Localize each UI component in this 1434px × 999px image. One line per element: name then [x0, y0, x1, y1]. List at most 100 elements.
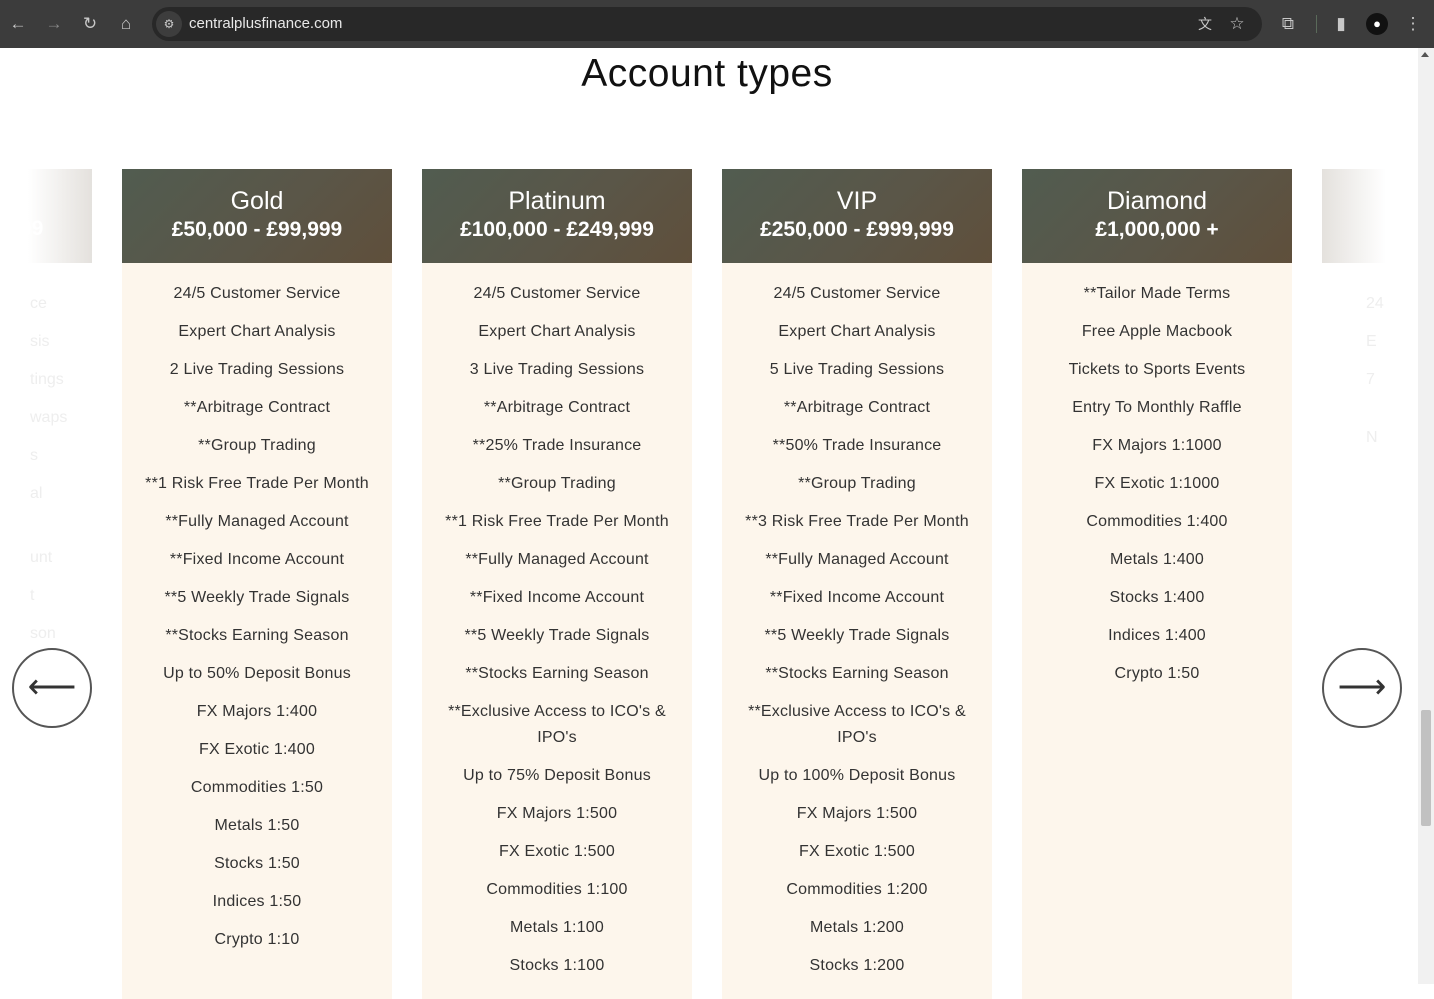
feature-item: Stocks 1:100	[509, 957, 605, 974]
translate-icon[interactable]: 文	[1193, 12, 1217, 36]
feature-item: Indices 1:50	[212, 893, 302, 910]
feature-item: 3 Live Trading Sessions	[469, 361, 645, 378]
feature-item: Commodities 1:50	[190, 779, 324, 796]
feature-item: FX Exotic 1:1000	[1094, 475, 1220, 492]
page-title: Account types	[581, 52, 833, 95]
scroll-up-icon[interactable]	[1421, 52, 1429, 57]
feature-item: **3 Risk Free Trade Per Month	[745, 513, 969, 530]
feature-list: 24/5 Customer Service Expert Chart Analys…	[122, 263, 392, 953]
url-text[interactable]: centralplusfinance.com	[189, 15, 342, 32]
ghost-feature: son	[30, 625, 56, 642]
home-icon[interactable]: ⌂	[114, 12, 138, 36]
side-panel-icon[interactable]: ▮	[1329, 12, 1353, 36]
feature-item: Entry To Monthly Raffle	[1072, 399, 1242, 416]
account-price-range: £100,000 - £249,999	[460, 218, 654, 241]
ghost-feature: unt	[30, 549, 53, 566]
account-card-gold: Gold £50,000 - £99,999 24/5 Customer Servi…	[122, 169, 392, 999]
card-header: VIP £250,000 - £999,999	[722, 169, 992, 263]
feature-item: 24/5 Customer Service	[773, 285, 941, 302]
feature-item: **1 Risk Free Trade Per Month	[145, 475, 369, 492]
carousel-prev-button[interactable]: ⟵	[12, 648, 92, 728]
feature-item: Stocks 1:200	[809, 957, 905, 974]
feature-item: Commodities 1:200	[786, 881, 928, 898]
feature-item: FX Exotic 1:400	[199, 741, 315, 758]
account-name: Diamond	[1106, 187, 1208, 215]
ghost-feature: 24	[1366, 295, 1384, 312]
ghost-feature: N	[1366, 429, 1378, 446]
feature-item: FX Exotic 1:500	[799, 843, 915, 860]
account-card-platinum: Platinum £100,000 - £249,999 24/5 Customer…	[422, 169, 692, 999]
ghost-feature: sis	[30, 333, 50, 350]
previous-card-partial: 99cesistingswapssalunttsonnus	[28, 169, 92, 999]
feature-item: FX Majors 1:500	[496, 805, 618, 822]
ghost-feature: 7	[1366, 371, 1375, 388]
feature-list: **Tailor Made Terms Free Apple Macbook Tic…	[1022, 263, 1292, 687]
feature-item: Metals 1:200	[809, 919, 904, 936]
feature-list: 24/5 Customer Service Expert Chart Analys…	[722, 263, 992, 979]
account-card-vip: VIP £250,000 - £999,999 24/5 Customer Serv…	[722, 169, 992, 999]
carousel-next-button[interactable]: ⟶	[1322, 648, 1402, 728]
feature-item: **25% Trade Insurance	[472, 437, 642, 454]
account-name: Platinum	[508, 187, 606, 215]
menu-icon[interactable]: ⋮	[1401, 12, 1425, 36]
feature-item: **Arbitrage Contract	[183, 399, 331, 416]
feature-item: **1 Risk Free Trade Per Month	[445, 513, 669, 530]
feature-item: Free Apple Macbook	[1081, 323, 1233, 340]
profile-icon[interactable]: ●	[1366, 13, 1388, 35]
account-card-diamond: Diamond £1,000,000 + **Tailor Made Terms Fr…	[1022, 169, 1292, 999]
account-price-range: £1,000,000 +	[1095, 218, 1219, 241]
back-icon[interactable]: ←	[6, 12, 30, 36]
feature-item: Expert Chart Analysis	[478, 323, 636, 340]
address-bar[interactable]: ⚙ centralplusfinance.com	[152, 7, 1262, 41]
feature-item: **Group Trading	[798, 475, 916, 492]
account-price-range: £50,000 - £99,999	[171, 218, 343, 241]
feature-item: **5 Weekly Trade Signals	[164, 589, 350, 606]
card-header: Diamond £1,000,000 +	[1022, 169, 1292, 263]
feature-item: **Fully Managed Account	[465, 551, 649, 568]
ghost-feature: al	[30, 485, 43, 502]
feature-item: Metals 1:50	[214, 817, 300, 834]
feature-item: **Group Trading	[498, 475, 616, 492]
ghost-feature: tings	[30, 371, 64, 388]
feature-item: Expert Chart Analysis	[778, 323, 936, 340]
extensions-icon[interactable]: ⧉	[1276, 12, 1300, 36]
feature-item: **Exclusive Access to ICO's & IPO's	[448, 703, 666, 746]
feature-item: **Group Trading	[198, 437, 316, 454]
scrollbar[interactable]	[1418, 48, 1434, 984]
feature-item: Stocks 1:50	[214, 855, 300, 872]
feature-item: Metals 1:100	[509, 919, 604, 936]
feature-item: Up to 50% Deposit Bonus	[163, 665, 351, 682]
feature-item: Stocks 1:400	[1109, 589, 1205, 606]
feature-item: **Arbitrage Contract	[783, 399, 931, 416]
feature-item: **Stocks Earning Season	[765, 665, 949, 682]
card-header: Platinum £100,000 - £249,999	[422, 169, 692, 263]
arrow-left-icon: ⟵	[27, 668, 77, 706]
feature-item: 24/5 Customer Service	[173, 285, 341, 302]
feature-item: Up to 75% Deposit Bonus	[463, 767, 651, 784]
feature-item: Crypto 1:10	[214, 931, 300, 948]
reload-icon[interactable]: ↻	[78, 12, 102, 36]
ghost-feature: E	[1366, 333, 1377, 350]
feature-item: Indices 1:400	[1108, 627, 1206, 644]
arrow-right-icon: ⟶	[1337, 668, 1387, 706]
feature-item: **Exclusive Access to ICO's & IPO's	[748, 703, 966, 746]
feature-item: FX Exotic 1:500	[499, 843, 615, 860]
forward-icon[interactable]: →	[42, 12, 66, 36]
feature-item: Commodities 1:400	[1086, 513, 1228, 530]
feature-item: 5 Live Trading Sessions	[769, 361, 945, 378]
site-settings-icon[interactable]: ⚙	[156, 11, 182, 37]
account-price-range: £250,000 - £999,999	[760, 218, 954, 241]
scrollbar-thumb[interactable]	[1421, 710, 1431, 826]
card-header: Gold £50,000 - £99,999	[122, 169, 392, 263]
feature-item: **Arbitrage Contract	[483, 399, 631, 416]
star-icon[interactable]: ☆	[1225, 12, 1249, 36]
ghost-price: 99	[28, 217, 44, 240]
feature-item: **Fixed Income Account	[769, 589, 945, 606]
feature-item: FX Majors 1:400	[196, 703, 318, 720]
feature-item: **5 Weekly Trade Signals	[764, 627, 950, 644]
feature-item: **Fully Managed Account	[765, 551, 949, 568]
feature-item: Commodities 1:100	[486, 881, 628, 898]
feature-item: **Tailor Made Terms	[1083, 285, 1231, 302]
toolbar-divider	[1316, 15, 1317, 33]
ghost-feature: t	[30, 587, 35, 604]
